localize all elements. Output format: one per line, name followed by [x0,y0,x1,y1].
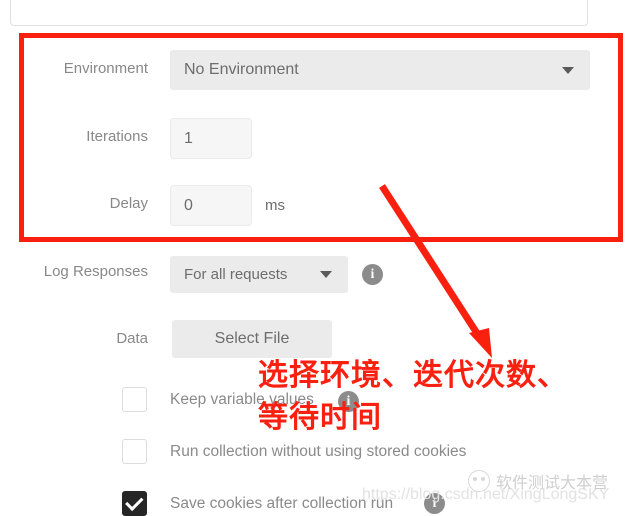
run-without-cookies-checkbox[interactable] [122,439,147,464]
select-file-button[interactable]: Select File [172,320,332,358]
save-cookies-label: Save cookies after collection run [170,495,394,512]
delay-label: Delay [109,195,148,212]
log-responses-select-value: For all requests [184,266,288,283]
environment-select-value: No Environment [184,61,299,78]
log-responses-info-icon[interactable]: i [362,264,383,285]
upper-panel-card [10,0,588,26]
delay-input[interactable]: 0 [170,185,252,226]
keep-variable-values-checkbox[interactable] [122,387,147,412]
log-responses-select[interactable]: For all requests [170,256,348,293]
annotation-text-line1: 选择环境、迭代次数、 [258,358,568,393]
collection-runner-settings-panel: Environment No Environment Iterations 1 … [0,0,630,516]
delay-unit-label: ms [265,197,285,214]
iterations-label: Iterations [86,128,148,145]
environment-select[interactable]: No Environment [170,50,590,90]
chevron-down-icon [320,271,332,278]
run-without-cookies-label: Run collection without using stored cook… [170,443,467,460]
environment-label: Environment [63,60,148,77]
panda-avatar-icon [468,470,490,492]
iterations-input[interactable]: 1 [170,118,252,159]
watermark-brand: 软件测试大本营 [468,469,608,493]
chevron-down-icon [562,66,574,74]
log-responses-label: Log Responses [43,263,148,280]
data-label: Data [116,330,148,347]
watermark-brand-text: 软件测试大本营 [496,475,609,492]
annotation-text-line2: 等待时间 [258,400,382,435]
save-cookies-checkbox[interactable] [122,491,147,516]
